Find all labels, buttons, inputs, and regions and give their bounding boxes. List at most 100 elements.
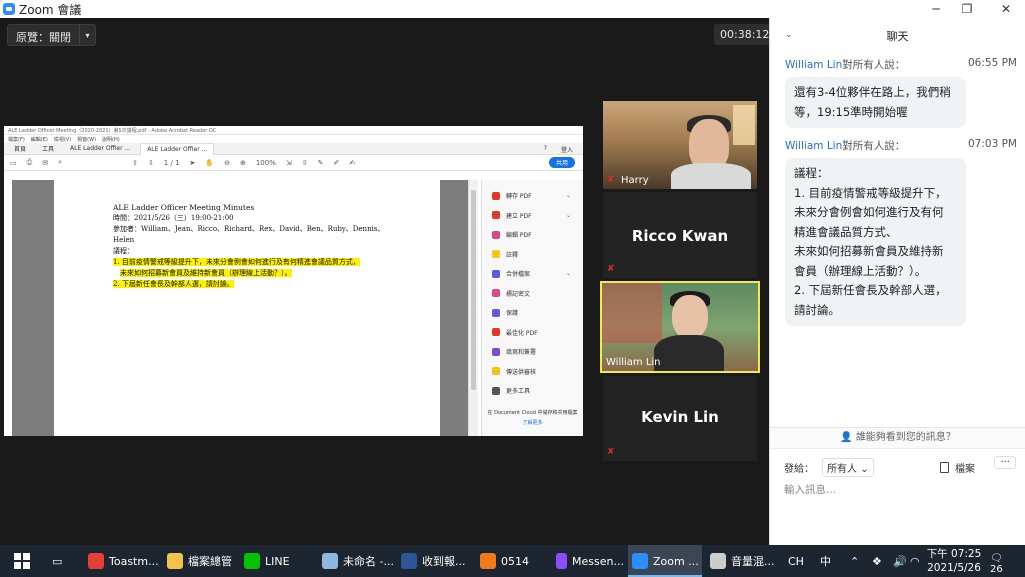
tool-label: 註釋 — [506, 251, 519, 259]
file-button[interactable]: 檔案 — [940, 460, 975, 475]
tool-item[interactable]: 建立 PDF ⌄ — [482, 206, 583, 226]
video-tile-william[interactable]: William Lin — [600, 281, 760, 373]
participant-face — [672, 295, 708, 339]
message-sender[interactable]: William Lin — [785, 59, 842, 71]
taskbar-app-label: 0514 — [501, 554, 529, 568]
taskbar-app[interactable]: Zoom ... — [628, 545, 702, 577]
tab-home[interactable]: 首頁 — [8, 142, 32, 155]
tool-item[interactable]: 轉存 PDF ⌄ — [482, 186, 583, 206]
reader-title-bar: ALE Ladder Officer Meeting（2020-2021）第5次… — [4, 126, 583, 135]
start-button[interactable] — [10, 545, 30, 577]
taskbar-app[interactable]: LINE — [240, 545, 314, 577]
participant-body — [671, 163, 751, 189]
tool-item[interactable]: 填寫和簽署 — [482, 342, 583, 362]
taskbar-app[interactable]: 音量混... — [706, 545, 778, 577]
chevron-down-icon[interactable]: ⌄ — [785, 30, 793, 40]
page-down-icon[interactable]: ⇩ — [148, 159, 154, 167]
hidden-icons-chevron-icon[interactable]: ⌃ — [850, 545, 859, 577]
tool-item[interactable]: 標記密文 — [482, 284, 583, 304]
volume-icon[interactable]: 🔊 — [893, 545, 907, 577]
tab-tools[interactable]: 工具 — [36, 142, 60, 155]
tool-label: 編輯 PDF — [506, 232, 532, 240]
doc-time: 時間：2021/5/26（三）19:00-21:00 — [113, 214, 234, 222]
highlight-icon[interactable]: ✐ — [333, 159, 339, 167]
comment-icon[interactable]: ✎ — [318, 159, 324, 167]
chat-input[interactable]: 輸入訊息... — [784, 482, 836, 497]
close-button[interactable]: ✕ — [987, 0, 1025, 18]
zoom-level[interactable]: 100% — [256, 159, 276, 167]
taskbar-app[interactable]: Toastm... — [84, 545, 160, 577]
tool-label: 標記密文 — [506, 290, 531, 298]
taskbar-app-label: 檔案總管 — [188, 555, 232, 568]
language-indicator[interactable]: 中 — [820, 545, 831, 577]
person-icon: 👤 — [840, 432, 853, 443]
sign-icon[interactable]: ✍ — [349, 159, 355, 167]
notification-center-icon[interactable]: 🗨26 — [990, 553, 1010, 575]
tool-item[interactable]: 註釋 — [482, 245, 583, 265]
menu-item[interactable]: 說明(H) — [102, 136, 120, 143]
notification-count: 26 — [990, 564, 1003, 575]
message-line: 精進會議品質方式、 — [794, 224, 898, 239]
hand-icon[interactable]: ✋ — [205, 159, 214, 167]
taskbar-app[interactable]: 0514 — [476, 545, 548, 577]
shared-screen[interactable]: ALE Ladder Officer Meeting（2020-2021）第5次… — [4, 126, 583, 436]
view-options-button[interactable]: 原覽：關閉 ▾ — [7, 24, 96, 46]
chat-title: 聊天 — [886, 30, 909, 43]
print-icon[interactable]: ⎙ — [27, 158, 33, 167]
zoom-out-icon[interactable]: ⊖ — [224, 159, 230, 167]
doc-attendees-cont: Helen — [113, 236, 135, 244]
dropbox-icon[interactable]: ❖ — [872, 545, 882, 577]
learn-more-link[interactable]: 了解更多 — [482, 419, 583, 426]
save-icon[interactable]: ▭ — [10, 159, 17, 167]
scrollbar-thumb[interactable] — [471, 190, 476, 390]
clock-date: 2021/5/26 — [927, 562, 981, 574]
chevron-down-icon[interactable]: ⌄ — [566, 212, 571, 219]
participant-name-large: Ricco Kwan — [631, 227, 729, 245]
video-tile-kevin[interactable]: Kevin Lin ✘ — [603, 376, 757, 461]
ime-indicator[interactable]: CH — [788, 545, 804, 577]
scroll-mode-icon[interactable]: ⇳ — [302, 159, 308, 167]
tool-item[interactable]: 最佳化 PDF — [482, 323, 583, 343]
page-up-icon[interactable]: ⇧ — [132, 159, 138, 167]
task-view-icon[interactable]: ▭ — [48, 545, 62, 577]
cursor-icon[interactable]: ➤ — [190, 159, 196, 167]
who-can-see-link[interactable]: 👤 誰能夠看到您的訊息？ — [770, 427, 1025, 449]
tool-item[interactable]: 更多工具 — [482, 381, 583, 401]
restore-button[interactable]: ❐ — [948, 0, 986, 18]
taskbar-app[interactable]: 收到報... — [397, 545, 473, 577]
document-scrollbar[interactable] — [468, 180, 478, 436]
share-button[interactable]: 共用 — [548, 157, 575, 168]
tool-item[interactable]: 傳送供審核 — [482, 362, 583, 382]
video-tile-harry[interactable]: ✘ Harry — [603, 101, 757, 189]
mail-icon[interactable]: ✉ — [42, 159, 48, 167]
more-options-button[interactable]: ··· — [994, 456, 1016, 469]
video-tile-ricco[interactable]: Ricco Kwan ✘ — [603, 192, 757, 278]
tool-item[interactable]: 合併檔案 ⌄ — [482, 264, 583, 284]
app-icon — [632, 553, 648, 569]
chevron-down-icon[interactable]: ⌄ — [566, 192, 571, 199]
view-options-label: 原覽：關閉 — [16, 31, 71, 44]
help-icon[interactable]: ? — [544, 145, 547, 154]
tool-item[interactable]: 保護 — [482, 303, 583, 323]
tool-label: 轉存 PDF — [506, 193, 532, 201]
tab-document-2[interactable]: ALE Ladder Offier ... — [140, 142, 215, 155]
search-icon[interactable]: ⌕ — [58, 158, 62, 167]
taskbar-app[interactable]: 未命名 -... — [318, 545, 394, 577]
message-sender[interactable]: William Lin — [785, 140, 842, 152]
page-number[interactable]: 1 / 1 — [164, 159, 180, 167]
fit-page-icon[interactable]: ⇲ — [286, 159, 292, 167]
tab-document-1[interactable]: ALE Ladder Offier ... — [64, 143, 136, 154]
sign-in-link[interactable]: 登入 — [561, 145, 573, 154]
chevron-down-icon[interactable]: ▾ — [79, 25, 95, 45]
chevron-down-icon[interactable]: ⌄ — [566, 270, 571, 277]
recipient-select[interactable]: 所有人 ⌄ — [822, 457, 874, 477]
message-line: 未來如何招募新會員及維持新 — [794, 244, 944, 258]
taskbar-app[interactable]: 檔案總管 — [163, 545, 237, 577]
zoom-in-icon[interactable]: ⊕ — [240, 159, 246, 167]
taskbar-app[interactable]: Messen... — [552, 545, 624, 577]
menu-item[interactable]: 視窗(W) — [77, 136, 96, 143]
tool-item[interactable]: 編輯 PDF — [482, 225, 583, 245]
windows-logo-icon — [14, 553, 30, 569]
system-clock[interactable]: 下午 07:25 2021/5/26 — [926, 547, 982, 575]
wifi-icon[interactable]: ◠ — [910, 545, 920, 577]
